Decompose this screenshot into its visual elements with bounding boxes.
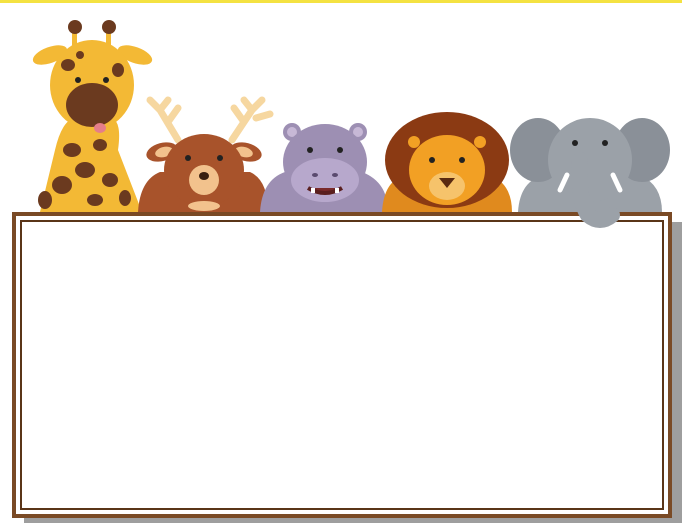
hippo-icon (260, 123, 388, 212)
giraffe-icon (32, 20, 153, 212)
elephant-icon (510, 118, 670, 228)
lion-icon (382, 112, 512, 212)
animal-illustration (32, 20, 670, 228)
deer-icon (138, 96, 274, 212)
